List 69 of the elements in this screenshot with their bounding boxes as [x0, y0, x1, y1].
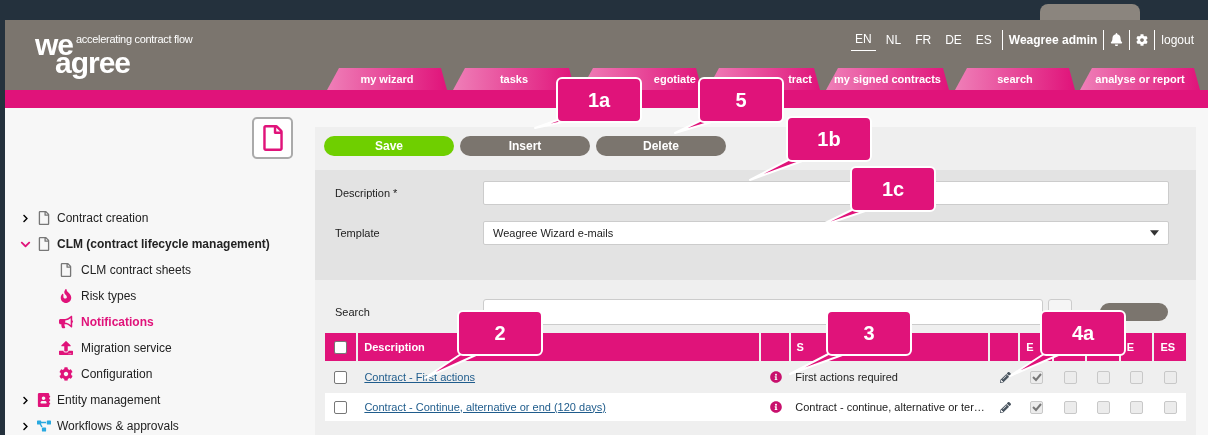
info-icon[interactable] — [769, 371, 782, 383]
language-link[interactable]: DE — [941, 28, 966, 51]
checkbox[interactable] — [334, 370, 348, 384]
sidebar-item[interactable]: Workflows & approvals — [57, 417, 179, 435]
toolbar-button[interactable]: Insert — [460, 136, 590, 156]
upload-icon — [59, 341, 73, 355]
column-header — [990, 333, 1019, 361]
sidebar-item[interactable]: Entity management — [57, 391, 161, 409]
checkbox[interactable] — [334, 400, 348, 414]
sidebar-item[interactable]: Contract creation — [57, 209, 149, 227]
checkbox[interactable] — [1130, 400, 1144, 414]
sidebar-item[interactable]: CLM (contract lifecycle management) — [57, 235, 270, 253]
gear-icon — [59, 367, 73, 381]
description-link[interactable]: Contract - Continue, alternative or end (120 days) — [364, 398, 606, 416]
checkbox[interactable] — [1030, 370, 1044, 384]
column-header: ES — [1154, 333, 1186, 361]
user-name[interactable]: Weagree admin — [1008, 30, 1098, 49]
contact-card-icon — [37, 393, 51, 407]
file-icon — [59, 263, 73, 277]
pencil-icon[interactable] — [999, 371, 1011, 383]
bell-icon[interactable] — [1110, 33, 1124, 46]
info-icon[interactable] — [769, 401, 782, 413]
checkbox[interactable] — [1063, 370, 1077, 384]
logo-tagline: accelerating contract flow — [76, 34, 193, 45]
field-label: Template — [335, 225, 381, 241]
checkbox[interactable] — [1030, 400, 1044, 414]
nav-tab[interactable]: my signed contracts — [826, 68, 949, 90]
sidebar-item[interactable]: Migration service — [81, 339, 172, 357]
annotation-tooltip: 1a — [533, 77, 644, 130]
checkbox[interactable] — [1097, 400, 1110, 414]
sidebar-item[interactable]: Notifications — [81, 313, 154, 331]
chevron-right-icon[interactable] — [20, 421, 30, 431]
flow-diagram-icon — [37, 419, 51, 433]
sidebar-item[interactable]: Risk types — [81, 287, 137, 305]
megaphone-icon — [59, 315, 73, 329]
sidebar-item[interactable]: CLM contract sheets — [81, 261, 192, 279]
template-select[interactable]: Weagree Wizard e-mails — [483, 221, 1169, 245]
field-label: Description * — [335, 185, 399, 201]
document-button[interactable] — [252, 117, 293, 159]
checkbox[interactable] — [1097, 370, 1110, 384]
column-header — [760, 333, 789, 361]
file-icon — [261, 125, 284, 151]
sidebar-item[interactable]: Configuration — [81, 365, 153, 383]
checkbox[interactable] — [1163, 400, 1177, 414]
language-link[interactable]: NL — [881, 28, 906, 51]
language-link[interactable]: FR — [911, 28, 936, 51]
logout-link[interactable]: logout — [1161, 30, 1194, 49]
annotation-tooltip: 1b — [748, 116, 874, 182]
checkbox[interactable] — [334, 340, 348, 354]
checkbox[interactable] — [1063, 400, 1077, 414]
file-icon — [37, 211, 51, 225]
pencil-icon[interactable] — [999, 401, 1011, 413]
toolbar-button[interactable]: Delete — [596, 136, 726, 156]
language-link[interactable]: EN — [851, 28, 876, 51]
caret-icon — [1150, 230, 1159, 236]
table-cell-text: First actions required — [795, 369, 898, 385]
checkbox[interactable] — [1163, 370, 1177, 384]
checkbox[interactable] — [1130, 370, 1144, 384]
table-cell-text: Contract - continue, alternative or ter… — [795, 399, 985, 415]
settings-icon[interactable] — [1136, 33, 1149, 46]
chevron-right-icon[interactable] — [20, 213, 30, 223]
file-icon — [37, 237, 51, 251]
language-link[interactable]: ES — [971, 28, 996, 51]
nav-tab[interactable]: analyse or report — [1080, 68, 1200, 90]
search-label: Search — [335, 304, 371, 320]
chevron-right-icon[interactable] — [20, 395, 30, 405]
nav-tab[interactable]: search — [955, 68, 1075, 90]
flame-icon — [59, 289, 73, 303]
nav-tab[interactable]: my wizard — [327, 68, 447, 90]
